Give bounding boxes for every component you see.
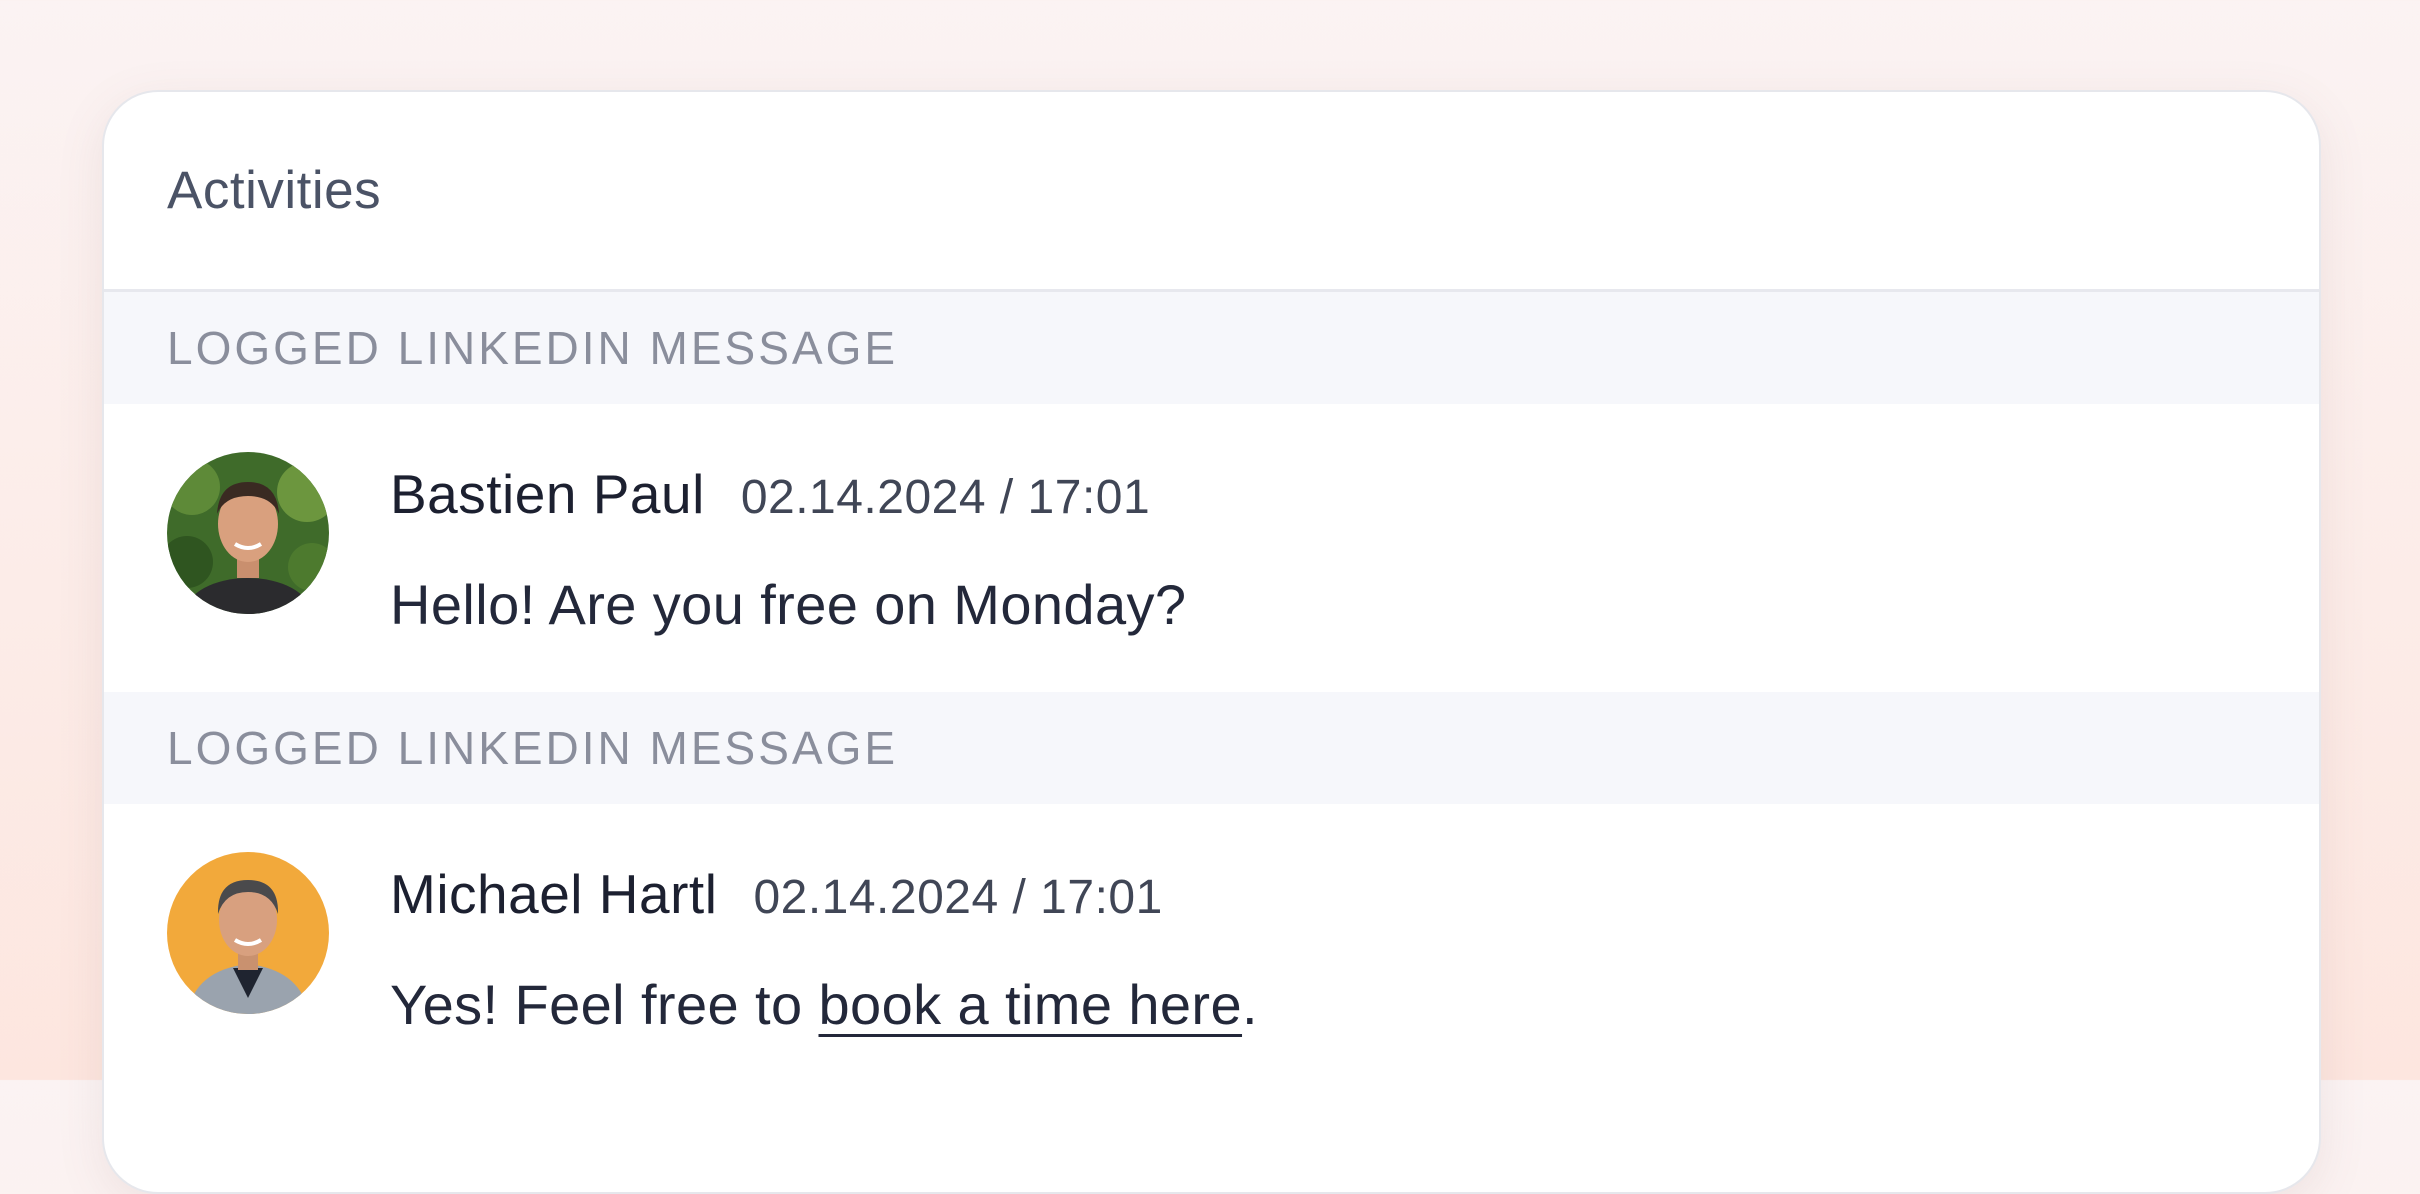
- timestamp: 02.14.2024 / 17:01: [753, 871, 1163, 924]
- message-text: Hello! Are you free on Monday?: [390, 572, 1186, 637]
- card-title: Activities: [167, 161, 382, 220]
- booking-link[interactable]: book a time here: [819, 973, 1243, 1036]
- card-header: Activities: [104, 92, 2319, 292]
- activity-item: Bastien Paul 02.14.2024 / 17:01 Hello! A…: [104, 404, 2319, 692]
- message-content: Hello! Are you free on Monday?: [390, 573, 1187, 636]
- message-suffix: .: [1242, 973, 1258, 1036]
- avatar[interactable]: [167, 852, 329, 1014]
- message-meta: Michael Hartl 02.14.2024 / 17:01: [390, 862, 1163, 926]
- activity-type-label: LOGGED LINKEDIN MESSAGE: [167, 322, 899, 374]
- message-prefix: Yes! Feel free to: [390, 973, 819, 1036]
- activity-type-label: LOGGED LINKEDIN MESSAGE: [167, 722, 899, 774]
- activity-type-header: LOGGED LINKEDIN MESSAGE: [104, 292, 2319, 404]
- message-meta: Bastien Paul 02.14.2024 / 17:01: [390, 462, 1150, 526]
- activity-item: Michael Hartl 02.14.2024 / 17:01 Yes! Fe…: [104, 804, 2319, 1092]
- activities-card: Activities LOGGED LINKEDIN MESSAGE Basti…: [102, 90, 2321, 1194]
- activity-type-header: LOGGED LINKEDIN MESSAGE: [104, 692, 2319, 804]
- author-name[interactable]: Michael Hartl: [390, 862, 717, 926]
- message-text: Yes! Feel free to book a time here.: [390, 972, 1258, 1037]
- author-name[interactable]: Bastien Paul: [390, 462, 705, 526]
- timestamp: 02.14.2024 / 17:01: [740, 471, 1151, 524]
- avatar[interactable]: [167, 452, 329, 614]
